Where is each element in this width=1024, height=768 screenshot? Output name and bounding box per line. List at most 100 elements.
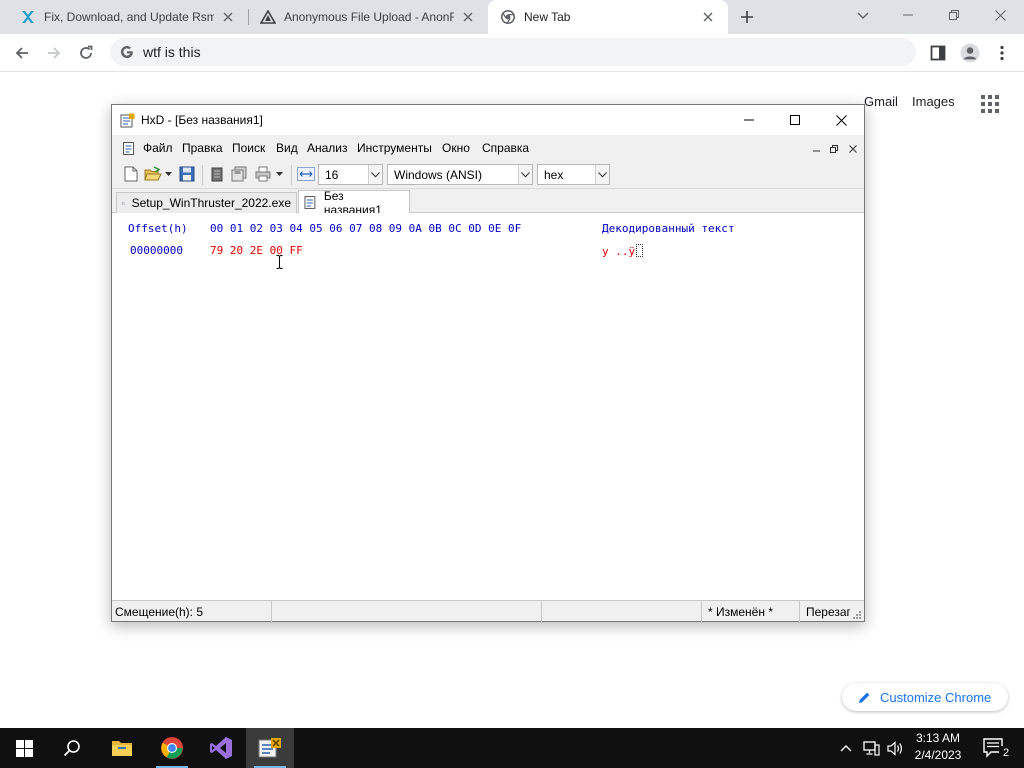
hxd-window-title: HxD - [Без названия1] — [141, 113, 263, 127]
new-file-button[interactable] — [122, 165, 140, 183]
hxd-taskbar-button[interactable] — [246, 728, 294, 768]
new-tab-button[interactable] — [735, 6, 759, 28]
menu-window[interactable]: Окно — [442, 141, 470, 155]
menu-help[interactable]: Справка — [482, 141, 529, 155]
bytes-per-row-value: 16 — [325, 167, 339, 182]
tab-new-tab[interactable]: New Tab — [488, 0, 728, 34]
network-button[interactable] — [860, 728, 882, 768]
reload-icon — [80, 45, 93, 59]
text-caret — [636, 244, 644, 257]
network-icon — [862, 740, 880, 756]
notification-count-badge: 2 — [999, 746, 1013, 760]
action-center-button[interactable]: 2 — [978, 732, 1013, 764]
chevron-down-icon — [518, 165, 532, 184]
side-panel-button[interactable] — [926, 41, 950, 65]
status-mode: Перезапись — [806, 604, 850, 619]
charset-select[interactable]: Windows (ANSI) — [387, 164, 533, 185]
maximize-icon — [790, 115, 800, 125]
tab-search-button[interactable] — [852, 6, 874, 26]
hxd-file-tabs: Setup_WinThruster_2022.exe Без названия1 — [112, 189, 864, 217]
file-tab-untitled1[interactable]: Без названия1 — [298, 189, 410, 217]
save-all-button[interactable] — [230, 165, 248, 183]
reload-button[interactable] — [74, 41, 98, 65]
file-tab-winthruster[interactable]: Setup_WinThruster_2022.exe — [116, 192, 297, 213]
side-panel-icon — [930, 45, 946, 61]
size-grip-icon[interactable] — [852, 609, 862, 619]
file-tab-label: Setup_WinThruster_2022.exe — [131, 196, 291, 210]
forward-button[interactable] — [42, 41, 66, 65]
decoded-text-header: Декодированный текст — [602, 222, 735, 235]
mdi-minimize-button[interactable] — [809, 142, 823, 155]
hex-bytes[interactable]: 79 20 2E 00 FF — [210, 244, 303, 257]
tab-title: Anonymous File Upload - AnonFiles — [284, 10, 454, 24]
hxd-title-bar[interactable]: HxD - [Без названия1] — [112, 105, 864, 135]
minimize-button[interactable] — [885, 0, 931, 30]
close-window-button[interactable] — [977, 0, 1023, 30]
start-button[interactable] — [0, 728, 48, 768]
disk-stack-icon — [231, 166, 247, 182]
volume-button[interactable] — [884, 728, 906, 768]
mdi-close-button[interactable] — [846, 142, 860, 155]
windows-taskbar: 3:13 AM 2/4/2023 2 — [0, 728, 1024, 768]
print-button[interactable] — [254, 165, 272, 183]
search-button[interactable] — [48, 728, 96, 768]
restore-button[interactable] — [931, 0, 977, 30]
show-hidden-icons-button[interactable] — [836, 728, 856, 768]
hxd-minimize-button[interactable] — [726, 105, 772, 135]
screen: Fix, Download, and Update Rsm.exe Anonym… — [0, 0, 1024, 768]
arrow-right-icon — [48, 47, 61, 59]
status-modified: * Изменён * — [702, 601, 800, 622]
menu-file[interactable]: Файл — [143, 141, 173, 155]
chevron-up-icon — [840, 745, 852, 752]
images-link[interactable]: Images — [912, 94, 955, 109]
mdi-restore-button[interactable] — [827, 142, 841, 155]
toolbar-separator — [291, 165, 292, 185]
menu-edit[interactable]: Правка — [182, 141, 223, 155]
speaker-icon — [886, 740, 902, 756]
hxd-maximize-button[interactable] — [772, 105, 818, 135]
chrome-icon — [161, 737, 183, 759]
minimize-icon — [903, 14, 913, 16]
omnibox-text: wtf is this — [143, 44, 201, 60]
chevron-down-icon — [857, 12, 869, 19]
visual-studio-button[interactable] — [197, 728, 245, 768]
close-icon[interactable] — [220, 9, 236, 25]
tab-rsm-exe[interactable]: Fix, Download, and Update Rsm.exe — [8, 0, 248, 34]
menu-tools[interactable]: Инструменты — [357, 141, 432, 155]
close-file-button[interactable] — [208, 165, 226, 183]
hxd-toolbar: 16 Windows (ANSI) hex — [112, 161, 864, 189]
save-icon — [179, 166, 195, 182]
menu-button[interactable] — [990, 41, 1014, 65]
hxd-app-icon — [120, 113, 135, 128]
back-button[interactable] — [10, 41, 34, 65]
document-icon[interactable] — [122, 141, 136, 155]
menu-analysis[interactable]: Анализ — [307, 141, 348, 155]
menu-search[interactable]: Поиск — [232, 141, 265, 155]
google-apps-icon[interactable] — [979, 93, 1001, 115]
text-cursor-icon — [276, 255, 283, 269]
offset-base-select[interactable]: hex — [537, 164, 610, 185]
omnibox[interactable]: wtf is this — [110, 38, 916, 66]
caret-down-icon — [275, 172, 283, 176]
hxd-close-button[interactable] — [818, 105, 864, 135]
close-icon[interactable] — [700, 9, 716, 25]
system-clock[interactable]: 3:13 AM 2/4/2023 — [908, 730, 968, 766]
profile-button[interactable] — [958, 41, 982, 65]
file-explorer-button[interactable] — [98, 728, 146, 768]
open-file-button[interactable] — [144, 165, 162, 183]
save-button[interactable] — [178, 165, 196, 183]
menu-view[interactable]: Вид — [276, 141, 298, 155]
print-dropdown-button[interactable] — [273, 165, 285, 183]
gmail-link[interactable]: Gmail — [864, 94, 898, 109]
hex-editor-area[interactable]: Offset(h) 00 01 02 03 04 05 06 07 08 09 … — [112, 213, 864, 600]
search-icon — [63, 740, 80, 757]
customize-chrome-button[interactable]: Customize Chrome — [842, 683, 1008, 711]
hxd-app-icon — [258, 738, 281, 758]
open-dropdown-button[interactable] — [162, 165, 174, 183]
decoded-text-row[interactable]: y ..ÿ — [602, 244, 644, 258]
bytes-per-row-select[interactable]: 16 — [318, 164, 383, 185]
chrome-taskbar-button[interactable] — [148, 728, 196, 768]
tab-anonfiles[interactable]: Anonymous File Upload - AnonFiles — [248, 0, 488, 34]
close-icon[interactable] — [460, 9, 476, 25]
chevron-down-icon — [368, 165, 382, 184]
